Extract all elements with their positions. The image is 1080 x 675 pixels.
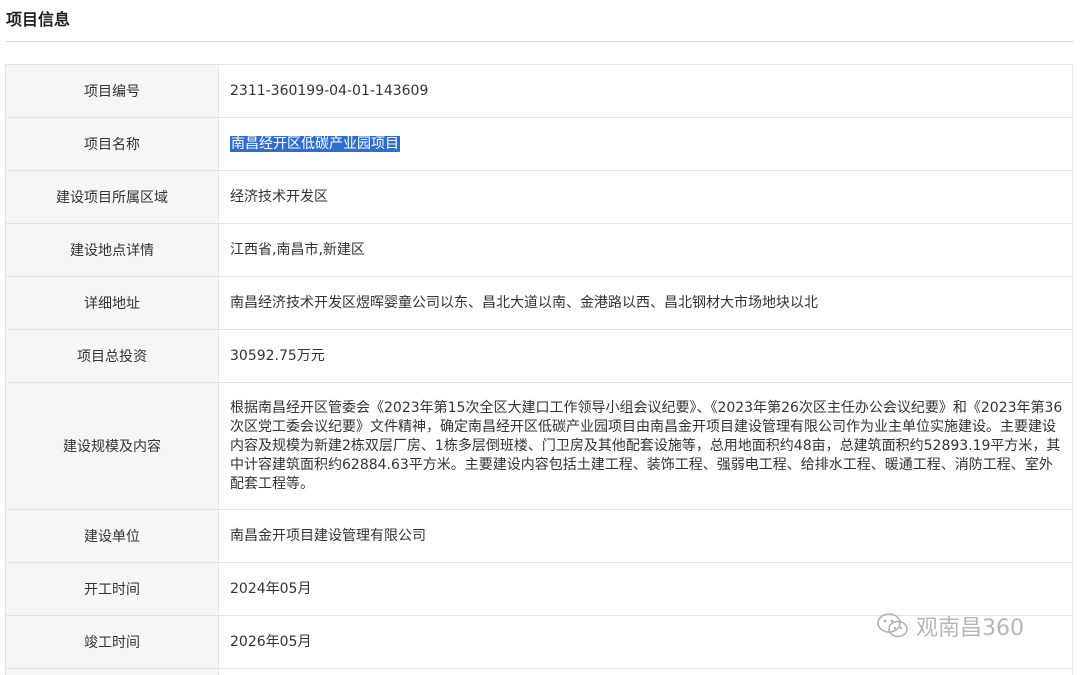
table-row: 项目总投资 30592.75万元 [5,329,1073,383]
table-row: 项目名称 南昌经开区低碳产业园项目 [5,117,1073,171]
project-info-table: 项目编号 2311-360199-04-01-143609 项目名称 南昌经开区… [5,64,1073,675]
table-row: 建设地点详情 江西省,南昌市,新建区 [5,223,1073,277]
row-value-project-name-cell: 南昌经开区低碳产业园项目 [218,117,1073,171]
row-value-start-date: 2024年05月 [218,562,1073,616]
section-title: 项目信息 [6,10,71,29]
table-row: 项目编号 2311-360199-04-01-143609 [5,64,1073,118]
row-value-project-name[interactable]: 南昌经开区低碳产业园项目 [230,135,400,152]
row-value-investment: 30592.75万元 [218,329,1073,383]
table-row: 建设单位 南昌金开项目建设管理有限公司 [5,509,1073,563]
row-label-end-date: 竣工时间 [5,615,219,669]
row-value-address: 南昌经济技术开发区煜晖婴童公司以东、昌北大道以南、金港路以西、昌北钢材大市场地块… [218,276,1073,330]
title-divider [6,41,1073,42]
table-row: 开工时间 2024年05月 [5,562,1073,616]
table-row: 建设规模及内容 根据南昌经开区管委会《2023年第15次全区大建口工作领导小组会… [5,382,1073,510]
watermark: 观南昌360 [876,610,1024,642]
table-row: 建设项目所属区域 经济技术开发区 [5,170,1073,224]
row-value-empty [218,668,1073,675]
table-row: 详细地址 南昌经济技术开发区煜晖婴童公司以东、昌北大道以南、金港路以西、昌北钢材… [5,276,1073,330]
row-label-location: 建设地点详情 [5,223,219,277]
row-label-investment: 项目总投资 [5,329,219,383]
row-label-project-name: 项目名称 [5,117,219,171]
row-value-location: 江西省,南昌市,新建区 [218,223,1073,277]
table-row [5,668,1073,675]
row-label-scale: 建设规模及内容 [5,382,219,510]
watermark-text: 观南昌360 [916,616,1024,641]
row-label-address: 详细地址 [5,276,219,330]
row-value-region: 经济技术开发区 [218,170,1073,224]
row-value-project-code: 2311-360199-04-01-143609 [218,64,1073,118]
project-info-page: 项目信息 项目编号 2311-360199-04-01-143609 项目名称 … [0,0,1080,675]
row-label-empty [5,668,219,675]
row-label-start-date: 开工时间 [5,562,219,616]
row-value-scale: 根据南昌经开区管委会《2023年第15次全区大建口工作领导小组会议纪要》、《20… [218,382,1073,510]
row-label-project-code: 项目编号 [5,64,219,118]
row-label-region: 建设项目所属区域 [5,170,219,224]
wechat-icon [877,613,908,638]
row-value-builder: 南昌金开项目建设管理有限公司 [218,509,1073,563]
row-label-builder: 建设单位 [5,509,219,563]
